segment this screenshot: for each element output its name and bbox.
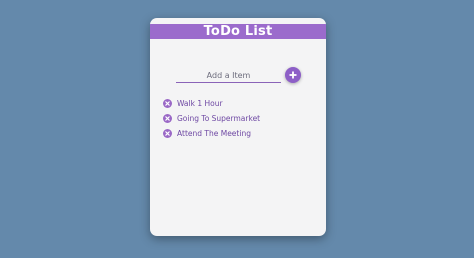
remove-icon[interactable] bbox=[163, 114, 172, 123]
todo-item: Walk 1 Hour bbox=[163, 96, 318, 111]
remove-icon[interactable] bbox=[163, 129, 172, 138]
remove-icon[interactable] bbox=[163, 99, 172, 108]
close-icon bbox=[165, 131, 170, 136]
header-bar: ToDo List bbox=[150, 24, 326, 39]
close-icon bbox=[165, 116, 170, 121]
add-item-input[interactable] bbox=[176, 68, 281, 83]
todo-card: ToDo List Walk 1 Hour Goin bbox=[150, 18, 326, 236]
todo-item-label: Attend The Meeting bbox=[177, 129, 251, 138]
todo-item: Going To Supermarket bbox=[163, 111, 318, 126]
plus-icon bbox=[289, 71, 297, 79]
add-item-button[interactable] bbox=[285, 67, 301, 83]
todo-list: Walk 1 Hour Going To Supermarket Attend … bbox=[163, 96, 318, 141]
todo-item: Attend The Meeting bbox=[163, 126, 318, 141]
app-title: ToDo List bbox=[203, 24, 273, 39]
close-icon bbox=[165, 101, 170, 106]
add-item-form bbox=[150, 67, 326, 85]
todo-item-label: Going To Supermarket bbox=[177, 114, 261, 123]
todo-item-label: Walk 1 Hour bbox=[177, 99, 223, 108]
